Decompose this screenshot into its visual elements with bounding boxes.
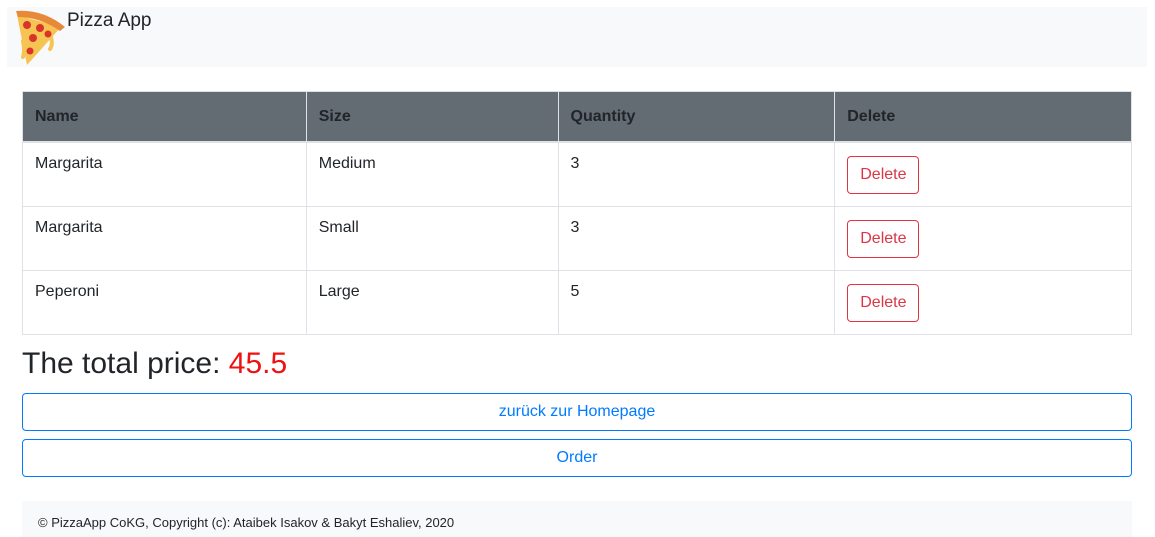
- column-header-delete: Delete: [834, 91, 1132, 143]
- column-header-name: Name: [22, 91, 307, 143]
- navbar: Pizza App: [7, 7, 1147, 67]
- delete-button[interactable]: Delete: [847, 283, 920, 322]
- table-header-row: Name Size Quantity Delete: [22, 91, 1132, 143]
- cell-name: Margarita: [22, 141, 307, 207]
- delete-button[interactable]: Delete: [847, 219, 920, 258]
- navbar-brand[interactable]: Pizza App: [67, 10, 152, 32]
- order-button[interactable]: Order: [22, 439, 1132, 477]
- total-price-label: The total price:: [22, 347, 221, 380]
- cell-quantity: 3: [557, 205, 836, 271]
- cell-delete: Delete: [834, 269, 1132, 335]
- cell-name: Margarita: [22, 205, 307, 271]
- footer: © PizzaApp CoKG, Copyright (c): Ataibek …: [22, 501, 1132, 537]
- cell-quantity: 3: [557, 141, 836, 207]
- table-row: Margarita Medium 3 Delete: [22, 141, 1132, 207]
- cell-size: Large: [305, 269, 559, 335]
- cell-size: Medium: [305, 141, 559, 207]
- column-header-size: Size: [305, 91, 559, 143]
- pizza-slice-icon[interactable]: [13, 7, 65, 67]
- cell-delete: Delete: [834, 205, 1132, 271]
- cell-quantity: 5: [557, 269, 836, 335]
- cell-delete: Delete: [834, 141, 1132, 207]
- total-price-value: 45.5: [228, 347, 288, 380]
- total-price: The total price: 45.5: [22, 347, 287, 381]
- table-row: Peperoni Large 5 Delete: [22, 269, 1132, 335]
- cell-name: Peperoni: [22, 269, 307, 335]
- cell-size: Small: [305, 205, 559, 271]
- delete-button[interactable]: Delete: [847, 155, 920, 194]
- footer-copyright: © PizzaApp CoKG, Copyright (c): Ataibek …: [38, 515, 455, 530]
- table-row: Margarita Small 3 Delete: [22, 205, 1132, 271]
- column-header-quantity: Quantity: [557, 91, 836, 143]
- back-to-homepage-button[interactable]: zurück zur Homepage: [22, 393, 1132, 431]
- cart-table: Name Size Quantity Delete Margarita Medi…: [22, 91, 1132, 335]
